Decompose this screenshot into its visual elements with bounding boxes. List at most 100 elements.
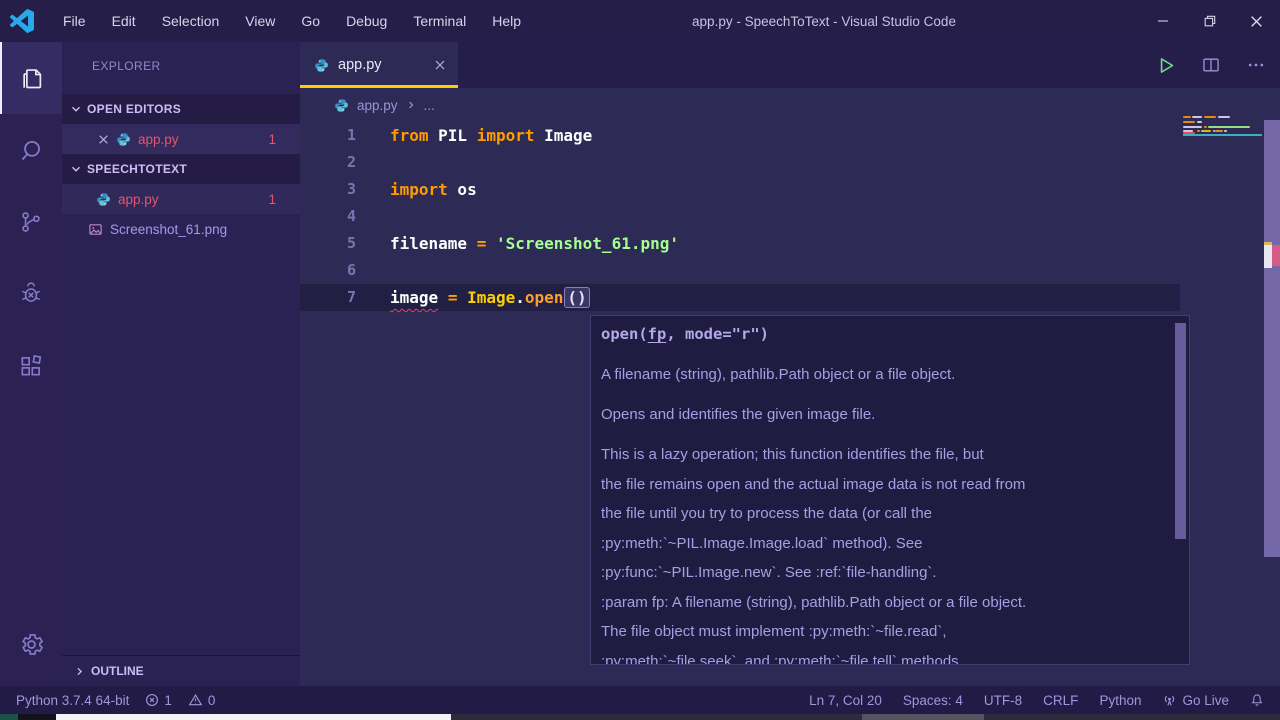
- explorer-title: EXPLORER: [62, 42, 300, 73]
- close-window-icon[interactable]: [1233, 0, 1280, 42]
- chevron-down-icon: [70, 163, 82, 175]
- line-number: 7: [300, 284, 356, 311]
- open-editors-header[interactable]: OPEN EDITORS: [62, 94, 300, 124]
- close-tab-icon[interactable]: [434, 59, 446, 71]
- more-actions-icon[interactable]: [1246, 55, 1266, 75]
- status-item[interactable]: Python 3.7.4 64-bit: [16, 693, 129, 708]
- status-item[interactable]: Ln 7, Col 20: [809, 693, 882, 708]
- editor-scrollbar[interactable]: [1264, 120, 1280, 557]
- problem-count-badge: 1: [268, 192, 276, 207]
- minimap[interactable]: [1183, 116, 1263, 186]
- menu-selection[interactable]: Selection: [149, 13, 233, 29]
- minimize-icon[interactable]: [1139, 0, 1186, 42]
- status-item[interactable]: Spaces: 4: [903, 693, 963, 708]
- chevron-right-icon: [406, 100, 416, 110]
- hover-signature: open(fp, mode="r"): [601, 325, 1167, 343]
- minimap-marker: [1183, 134, 1262, 136]
- menu-file[interactable]: File: [50, 13, 99, 29]
- python-icon: [334, 98, 349, 113]
- status-item-error[interactable]: 1: [145, 693, 172, 708]
- python-icon: [116, 132, 131, 147]
- close-file-icon[interactable]: [98, 134, 109, 145]
- menu-terminal[interactable]: Terminal: [400, 13, 479, 29]
- hover-doc-line: The file object must implement :py:meth:…: [601, 617, 1167, 647]
- line-number: 6: [300, 257, 356, 284]
- activity-bar: [0, 42, 62, 686]
- hover-tooltip: open(fp, mode="r") A filename (string), p…: [590, 315, 1190, 665]
- titlebar: FileEditSelectionViewGoDebugTerminalHelp…: [0, 0, 1280, 42]
- split-editor-icon[interactable]: [1201, 55, 1221, 75]
- window-controls: [1139, 0, 1280, 42]
- vscode-logo-icon: [10, 9, 34, 33]
- golive-icon: [1162, 693, 1177, 708]
- taskbar-segment: [0, 714, 18, 720]
- overview-cursor-marker: [1264, 245, 1272, 268]
- taskbar-segment: [56, 714, 451, 720]
- extensions-icon[interactable]: [0, 330, 62, 402]
- line-number: 5: [300, 230, 356, 257]
- tab-bar: app.py: [300, 42, 1280, 88]
- menu-view[interactable]: View: [232, 13, 288, 29]
- explorer-icon[interactable]: [0, 42, 62, 114]
- settings-gear-icon[interactable]: [0, 608, 62, 680]
- hover-doc-line: A filename (string), pathlib.Path object…: [601, 360, 1167, 389]
- python-icon: [314, 58, 329, 73]
- problem-count-badge: 1: [268, 132, 276, 147]
- taskbar-strip: [0, 714, 1280, 720]
- menu-debug[interactable]: Debug: [333, 13, 400, 29]
- breadcrumb[interactable]: app.py ...: [300, 88, 1280, 122]
- hover-doc-line: Opens and identifies the given image fil…: [601, 400, 1167, 429]
- menubar: FileEditSelectionViewGoDebugTerminalHelp: [50, 0, 534, 42]
- image-file-icon: [88, 222, 103, 237]
- status-left: Python 3.7.4 64-bit 1 0: [16, 693, 215, 708]
- project-folder-header[interactable]: SPEECHTOTEXT: [62, 154, 300, 184]
- code-line-5: filename = 'Screenshot_61.png': [390, 230, 679, 257]
- tab-app-py[interactable]: app.py: [300, 42, 458, 88]
- chevron-right-icon: [74, 666, 85, 677]
- status-item[interactable]: Python: [1099, 693, 1141, 708]
- hover-doc-line: This is a lazy operation; this function …: [601, 440, 1167, 470]
- code-line-7: image = Image.open(): [390, 284, 590, 311]
- outline-section[interactable]: OUTLINE: [62, 655, 300, 686]
- bell-icon: [1250, 693, 1264, 707]
- line-number: 1: [300, 122, 356, 149]
- line-number: 4: [300, 203, 356, 230]
- menu-go[interactable]: Go: [288, 13, 333, 29]
- status-item-golive[interactable]: Go Live: [1162, 693, 1229, 708]
- hover-doc-line: :py:meth:`~PIL.Image.Image.load` method)…: [601, 529, 1167, 559]
- restore-icon[interactable]: [1186, 0, 1233, 42]
- line-number: 3: [300, 176, 356, 203]
- hover-doc-line: :py:func:`~PIL.Image.new`. See :ref:`fil…: [601, 558, 1167, 588]
- chevron-down-icon: [70, 103, 82, 115]
- python-icon: [96, 192, 111, 207]
- hover-doc-line: :param fp: A filename (string), pathlib.…: [601, 588, 1167, 618]
- hover-doc-line: the file remains open and the actual ima…: [601, 470, 1167, 500]
- run-button-icon[interactable]: [1155, 55, 1176, 76]
- hover-docs: open(fp, mode="r") A filename (string), p…: [601, 325, 1167, 665]
- menu-edit[interactable]: Edit: [99, 13, 149, 29]
- hover-doc-line: :py:meth:`~file.seek`, and :py:meth:`~fi…: [601, 647, 1167, 666]
- status-bar: Python 3.7.4 64-bit 1 0 Ln 7, Col 20 Spaces…: [0, 686, 1280, 714]
- search-icon[interactable]: [0, 114, 62, 186]
- status-item-warning[interactable]: 0: [188, 693, 216, 708]
- hover-doc-line: the file until you try to process the da…: [601, 499, 1167, 529]
- taskbar-segment: [862, 714, 984, 720]
- status-item-bell[interactable]: [1250, 693, 1264, 707]
- taskbar-segment: [18, 714, 56, 720]
- line-number: 2: [300, 149, 356, 176]
- status-item[interactable]: UTF-8: [984, 693, 1022, 708]
- debug-icon[interactable]: [0, 258, 62, 330]
- editor-actions: [1155, 42, 1266, 88]
- hover-scrollbar[interactable]: [1175, 323, 1186, 539]
- source-control-icon[interactable]: [0, 186, 62, 258]
- code-line-3: import os: [390, 176, 477, 203]
- vscode-window: FileEditSelectionViewGoDebugTerminalHelp…: [0, 0, 1280, 720]
- file-item-screenshot-png[interactable]: Screenshot_61.png: [62, 214, 300, 244]
- file-item-app-py[interactable]: app.py 1: [62, 184, 300, 214]
- open-editor-item-app-py[interactable]: app.py 1: [62, 124, 300, 154]
- window-title: app.py - SpeechToText - Visual Studio Co…: [692, 14, 956, 29]
- overview-error-marker: [1272, 245, 1280, 266]
- explorer-sidebar: EXPLORER OPEN EDITORS app.py 1 SPEECHTOT…: [62, 42, 300, 686]
- menu-help[interactable]: Help: [479, 13, 534, 29]
- status-item[interactable]: CRLF: [1043, 693, 1078, 708]
